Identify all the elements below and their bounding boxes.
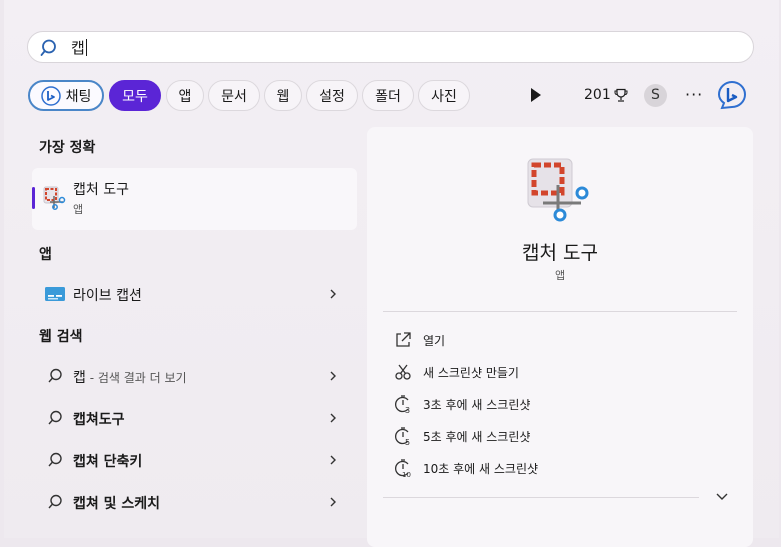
text-caret xyxy=(85,39,87,56)
bing-icon[interactable] xyxy=(716,79,748,111)
svg-text:3: 3 xyxy=(405,406,410,414)
chevron-right-icon[interactable] xyxy=(328,494,338,510)
tab-photos-label: 사진 xyxy=(431,88,457,105)
avatar-initial: S xyxy=(651,87,660,103)
action-label: 열기 xyxy=(423,333,446,348)
selection-indicator xyxy=(32,187,35,209)
chat-button[interactable]: 채팅 xyxy=(28,80,104,111)
preview-pane: 캡처 도구 앱 열기 새 스크린샷 만들기 3 3초 후에 새 스크린샷 5 5… xyxy=(367,127,753,547)
chevron-right-icon[interactable] xyxy=(328,410,338,426)
search-icon xyxy=(48,368,62,383)
tab-documents[interactable]: 문서 xyxy=(208,80,260,111)
search-box[interactable]: 캡 xyxy=(27,31,754,63)
svg-text:5: 5 xyxy=(405,438,410,446)
best-match-subtitle: 앱 xyxy=(73,203,84,216)
web-search-header: 웹 검색 xyxy=(39,329,83,345)
action-label: 새 스크린샷 만들기 xyxy=(423,365,519,380)
action-label: 3초 후에 새 스크린샷 xyxy=(423,397,531,412)
tab-documents-label: 문서 xyxy=(221,88,247,105)
web-result-4[interactable]: 캡쳐 및 스케치 xyxy=(32,484,357,520)
tab-folders-label: 폴더 xyxy=(375,88,401,105)
web-result-label: 캡쳐도구 xyxy=(73,412,125,428)
points-value: 201 xyxy=(584,87,611,103)
divider xyxy=(383,497,699,498)
timer-5-icon: 5 xyxy=(394,427,410,446)
chevron-right-icon[interactable] xyxy=(328,452,338,468)
action-snip-5s[interactable]: 5 5초 후에 새 스크린샷 xyxy=(393,424,530,448)
divider xyxy=(383,311,737,312)
tab-settings-label: 설정 xyxy=(319,88,345,105)
best-match-title: 캡처 도구 xyxy=(73,182,129,198)
action-snip-3s[interactable]: 3 3초 후에 새 스크린샷 xyxy=(393,392,530,416)
search-icon xyxy=(40,39,56,56)
app-result-label: 라이브 캡션 xyxy=(73,288,142,304)
web-result-query: 캡 xyxy=(73,370,86,386)
snipping-tool-icon xyxy=(43,186,66,210)
preview-subtitle: 앱 xyxy=(554,269,566,282)
action-label: 5초 후에 새 스크린샷 xyxy=(423,429,531,444)
chevron-down-icon[interactable] xyxy=(715,492,729,502)
bing-chat-icon xyxy=(40,85,61,106)
search-icon xyxy=(48,410,62,425)
preview-title: 캡처 도구 xyxy=(522,242,598,264)
apps-header: 앱 xyxy=(39,247,52,263)
web-result-label: 캡 - 검색 결과 더 보기 xyxy=(73,367,187,387)
more-options-button[interactable]: ··· xyxy=(685,85,703,104)
more-options-icon: ··· xyxy=(685,85,704,104)
more-filters-arrow-icon[interactable] xyxy=(531,88,541,102)
timer-3-icon: 3 xyxy=(394,395,410,414)
svg-text:10: 10 xyxy=(402,471,411,478)
tab-apps-label: 앱 xyxy=(178,88,192,105)
tab-all[interactable]: 모두 xyxy=(109,80,161,111)
action-open[interactable]: 열기 xyxy=(393,328,445,352)
app-result-live-caption[interactable]: 라이브 캡션 xyxy=(32,276,357,312)
trophy-icon xyxy=(614,88,628,102)
web-result-label: 캡쳐 및 스케치 xyxy=(73,496,161,512)
live-caption-icon xyxy=(45,287,65,301)
search-icon xyxy=(48,452,62,467)
rewards-points[interactable]: 201 xyxy=(584,87,628,103)
tab-folders[interactable]: 폴더 xyxy=(362,80,414,111)
search-icon xyxy=(48,494,62,509)
chevron-right-icon[interactable] xyxy=(328,286,338,302)
tab-photos[interactable]: 사진 xyxy=(418,80,470,111)
chat-label: 채팅 xyxy=(65,88,92,105)
web-result-hint: - 검색 결과 더 보기 xyxy=(85,371,187,385)
web-result-3[interactable]: 캡쳐 단축키 xyxy=(32,442,357,478)
best-match-header: 가장 정확 xyxy=(39,140,96,156)
tab-web-label: 웹 xyxy=(276,88,290,105)
tab-web[interactable]: 웹 xyxy=(264,80,302,111)
snipping-tool-icon xyxy=(527,158,589,222)
tab-settings[interactable]: 설정 xyxy=(306,80,358,111)
timer-10-icon: 10 xyxy=(394,459,411,478)
tab-apps[interactable]: 앱 xyxy=(166,80,204,111)
chevron-right-icon[interactable] xyxy=(328,368,338,384)
action-label: 10초 후에 새 스크린샷 xyxy=(423,461,539,476)
web-result-1[interactable]: 캡 - 검색 결과 더 보기 xyxy=(32,358,357,394)
best-match-item[interactable]: 캡처 도구 앱 xyxy=(32,168,357,230)
web-result-label: 캡쳐 단축키 xyxy=(73,454,143,470)
action-snip-10s[interactable]: 10 10초 후에 새 스크린샷 xyxy=(393,456,538,480)
action-new-snip[interactable]: 새 스크린샷 만들기 xyxy=(393,360,519,384)
tab-all-label: 모두 xyxy=(122,88,148,105)
search-input[interactable]: 캡 xyxy=(71,37,87,58)
snip-icon xyxy=(395,364,411,380)
open-external-icon xyxy=(396,332,411,347)
avatar[interactable]: S xyxy=(644,84,667,107)
web-result-2[interactable]: 캡쳐도구 xyxy=(32,400,357,436)
